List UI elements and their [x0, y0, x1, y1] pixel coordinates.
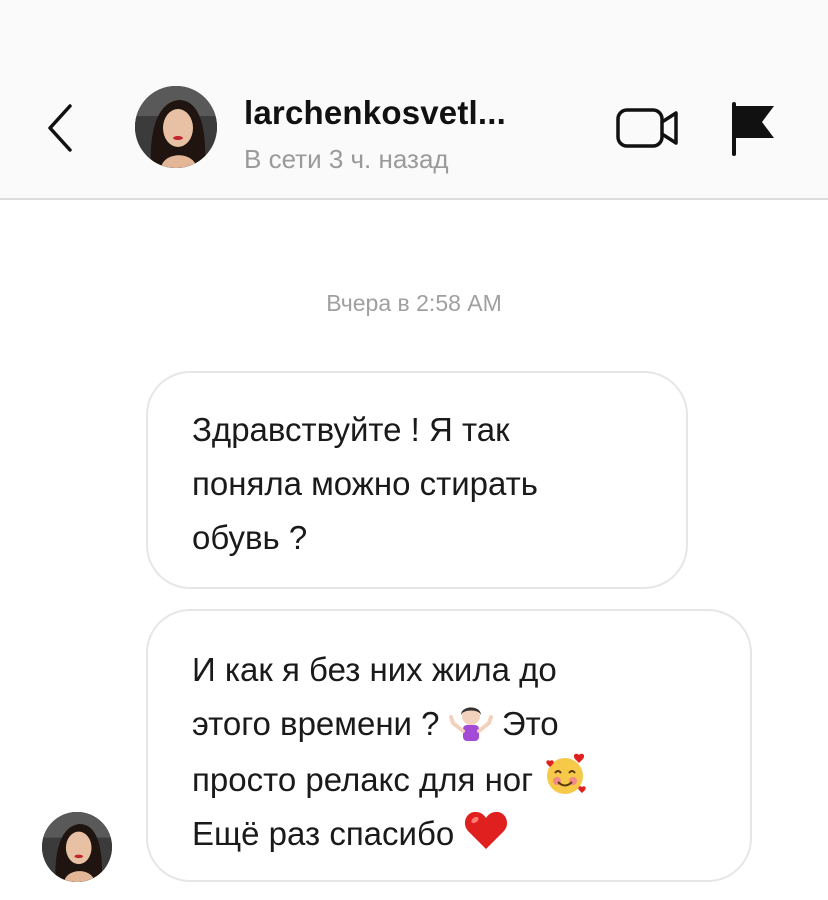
online-status: В сети 3 ч. назад — [244, 144, 449, 174]
report-button[interactable] — [724, 98, 780, 158]
message-text: просто релакс для ног — [192, 761, 534, 798]
message-line: просто релакс для ног — [192, 751, 720, 807]
message-bubble[interactable]: Здравствуйте ! Я так поняла можно стират… — [146, 371, 688, 589]
username[interactable]: larchenkosvetl... — [244, 94, 506, 132]
smiling-face-with-hearts-emoji — [546, 753, 587, 794]
message-text: этого времени ? — [192, 705, 440, 742]
message-text: поняла можно стирать — [192, 465, 538, 502]
chat-header: larchenkosvetl... В сети 3 ч. назад — [0, 0, 828, 200]
message-text: Ещё раз спасибо — [192, 815, 455, 852]
person-shrugging-emoji — [448, 707, 493, 741]
message-text: И как я без них жила до — [192, 651, 557, 688]
message-text: Здравствуйте ! Я так — [192, 411, 510, 448]
message-text: Это — [501, 705, 559, 742]
chevron-left-icon — [48, 104, 72, 152]
video-call-button[interactable] — [612, 100, 684, 156]
flag-icon — [732, 102, 774, 156]
message-line: Ещё раз спасибо — [192, 807, 720, 861]
red-heart-emoji — [465, 811, 508, 849]
message-text: обувь ? — [192, 519, 308, 556]
message-timestamp: Вчера в 2:58 AM — [326, 290, 502, 316]
avatar[interactable] — [135, 86, 217, 168]
back-button[interactable] — [40, 100, 84, 156]
message-bubble[interactable]: И как я без них жила до этого времени ? … — [146, 609, 752, 882]
sender-avatar[interactable] — [42, 812, 112, 882]
video-camera-icon — [616, 108, 678, 148]
message-line: этого времени ? Это — [192, 697, 720, 751]
